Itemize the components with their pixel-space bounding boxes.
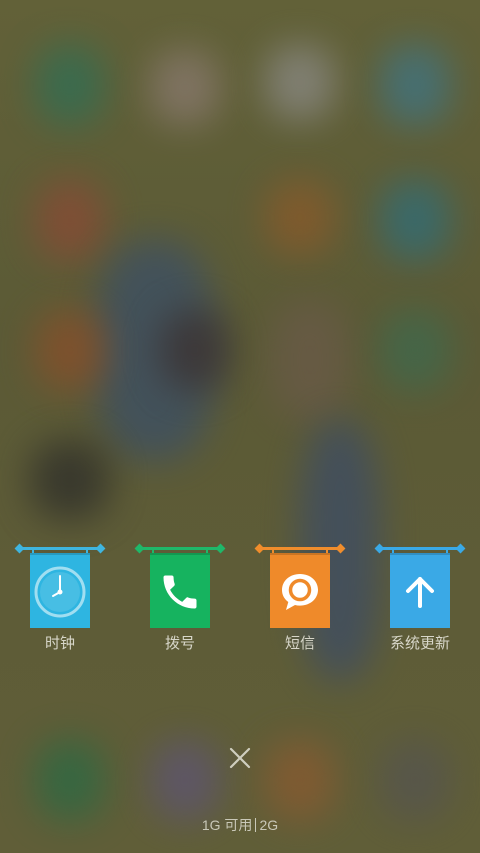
hanger-rod bbox=[138, 547, 222, 550]
hanger-rod bbox=[18, 547, 102, 550]
recent-app-system-update[interactable]: 系统更新 bbox=[378, 544, 462, 664]
memory-status: 1G 可用 2G bbox=[0, 815, 480, 835]
app-banner bbox=[270, 553, 330, 628]
app-banner bbox=[30, 553, 90, 628]
app-label: 时钟 bbox=[44, 634, 75, 652]
close-icon bbox=[229, 747, 251, 769]
hanger-rod bbox=[378, 547, 462, 550]
memory-total: 2G bbox=[259, 817, 279, 833]
app-label: 拨号 bbox=[164, 634, 195, 652]
recent-apps-list: 时钟 拨号 短信 系统更新 bbox=[0, 0, 480, 853]
memory-divider bbox=[255, 818, 257, 832]
recent-app-clock[interactable]: 时钟 bbox=[18, 544, 102, 664]
close-all-button[interactable] bbox=[226, 744, 254, 772]
memory-available: 1G 可用 bbox=[201, 817, 253, 833]
app-banner bbox=[390, 553, 450, 628]
hanger-rod bbox=[258, 547, 342, 550]
clock-icon bbox=[34, 566, 86, 617]
app-banner bbox=[150, 553, 210, 628]
app-label: 系统更新 bbox=[389, 634, 450, 652]
message-icon bbox=[282, 573, 318, 610]
recent-app-messages[interactable]: 短信 bbox=[258, 544, 342, 664]
app-label: 短信 bbox=[284, 634, 315, 652]
arrow-up-icon bbox=[406, 576, 434, 608]
phone-icon bbox=[163, 575, 197, 608]
recent-app-dialer[interactable]: 拨号 bbox=[138, 544, 222, 664]
